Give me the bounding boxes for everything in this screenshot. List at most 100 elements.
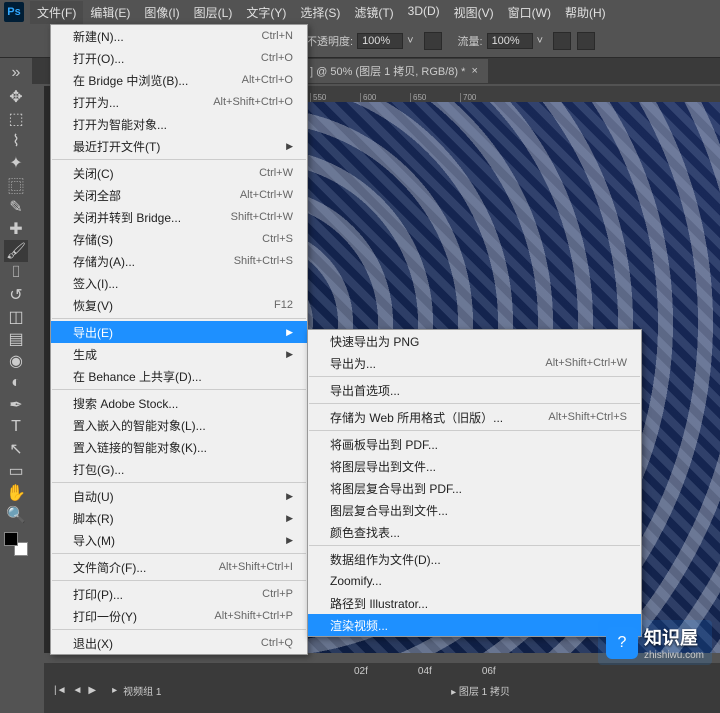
file-menu-item-26[interactable]: 导入(M)▶ bbox=[51, 529, 307, 551]
dropdown-icon[interactable]: ˅ bbox=[407, 35, 413, 47]
file-menu-item-5[interactable]: 最近打开文件(T)▶ bbox=[51, 135, 307, 157]
menu-item-shortcut: F12 bbox=[274, 299, 293, 311]
dropdown-icon[interactable]: ˅ bbox=[537, 35, 543, 47]
file-menu-item-19[interactable]: 搜索 Adobe Stock... bbox=[51, 392, 307, 414]
export-menu-item-11[interactable]: 颜色查找表... bbox=[308, 521, 641, 543]
file-menu-item-11[interactable]: 存储为(A)...Shift+Ctrl+S bbox=[51, 250, 307, 272]
blur-tool[interactable]: ◉ bbox=[4, 350, 28, 372]
menu-view[interactable]: 视图(V) bbox=[447, 1, 501, 24]
menu-file[interactable]: 文件(F) bbox=[30, 1, 83, 24]
file-menu-item-24[interactable]: 自动(U)▶ bbox=[51, 485, 307, 507]
close-icon[interactable]: × bbox=[471, 65, 477, 77]
timeline-layer-label[interactable]: 图层 1 拷贝 bbox=[459, 687, 510, 698]
file-menu-item-25[interactable]: 脚本(R)▶ bbox=[51, 507, 307, 529]
file-menu-item-22[interactable]: 打包(G)... bbox=[51, 458, 307, 480]
menu-item-label: 打开为智能对象... bbox=[73, 116, 167, 133]
hand-tool[interactable]: ✋ bbox=[4, 482, 28, 504]
stamp-tool[interactable]: ⌷ bbox=[4, 262, 28, 284]
file-menu-item-20[interactable]: 置入嵌入的智能对象(L)... bbox=[51, 414, 307, 436]
file-menu-item-9[interactable]: 关闭并转到 Bridge...Shift+Ctrl+W bbox=[51, 206, 307, 228]
heal-tool[interactable]: ✚ bbox=[4, 218, 28, 240]
pressure-opacity-icon[interactable] bbox=[424, 32, 442, 50]
file-menu-item-1[interactable]: 打开(O)...Ctrl+O bbox=[51, 47, 307, 69]
crop-tool[interactable]: ⿴ bbox=[4, 174, 28, 196]
playback-start-icon[interactable]: |◄ bbox=[54, 685, 67, 696]
pen-tool[interactable]: ✒ bbox=[4, 394, 28, 416]
file-menu-item-30[interactable]: 打印(P)...Ctrl+P bbox=[51, 583, 307, 605]
file-menu-item-12[interactable]: 签入(I)... bbox=[51, 272, 307, 294]
export-menu-item-5[interactable]: 存储为 Web 所用格式（旧版）...Alt+Shift+Ctrl+S bbox=[308, 406, 641, 428]
export-menu-item-10[interactable]: 图层复合导出到文件... bbox=[308, 499, 641, 521]
export-menu-item-15[interactable]: 路径到 Illustrator... bbox=[308, 592, 641, 614]
export-menu-item-8[interactable]: 将图层导出到文件... bbox=[308, 455, 641, 477]
rect-tool[interactable]: ▭ bbox=[4, 460, 28, 482]
file-menu: 新建(N)...Ctrl+N打开(O)...Ctrl+O在 Bridge 中浏览… bbox=[50, 24, 308, 655]
file-menu-item-15[interactable]: 导出(E)▶ bbox=[51, 321, 307, 343]
foreground-color[interactable] bbox=[4, 532, 18, 546]
menu-window[interactable]: 窗口(W) bbox=[501, 1, 558, 24]
collapse-icon[interactable]: » bbox=[4, 62, 28, 84]
marquee-tool[interactable]: ⬚ bbox=[4, 108, 28, 130]
prev-frame-icon[interactable]: ◄ bbox=[73, 685, 83, 696]
eyedropper-tool[interactable]: ✎ bbox=[4, 196, 28, 218]
watermark-icon: ? bbox=[606, 627, 638, 659]
file-menu-item-28[interactable]: 文件简介(F)...Alt+Shift+Ctrl+I bbox=[51, 556, 307, 578]
menu-item-label: 将图层导出到文件... bbox=[330, 458, 436, 475]
path-tool[interactable]: ↖ bbox=[4, 438, 28, 460]
lasso-tool[interactable]: ⌇ bbox=[4, 130, 28, 152]
color-swatches[interactable] bbox=[4, 532, 28, 556]
export-menu-item-0[interactable]: 快速导出为 PNG bbox=[308, 330, 641, 352]
export-menu-item-7[interactable]: 将画板导出到 PDF... bbox=[308, 433, 641, 455]
file-menu-item-13[interactable]: 恢复(V)F12 bbox=[51, 294, 307, 316]
timeline-ruler[interactable]: 02f04f06f bbox=[44, 663, 720, 677]
file-menu-item-4[interactable]: 打开为智能对象... bbox=[51, 113, 307, 135]
menu-item-label: 导入(M) bbox=[73, 532, 115, 549]
dodge-tool[interactable]: ◐ bbox=[4, 372, 28, 394]
file-menu-item-16[interactable]: 生成▶ bbox=[51, 343, 307, 365]
zoom-tool[interactable]: 🔍 bbox=[4, 504, 28, 526]
file-menu-item-33[interactable]: 退出(X)Ctrl+Q bbox=[51, 632, 307, 654]
file-menu-item-2[interactable]: 在 Bridge 中浏览(B)...Alt+Ctrl+O bbox=[51, 69, 307, 91]
file-menu-item-31[interactable]: 打印一份(Y)Alt+Shift+Ctrl+P bbox=[51, 605, 307, 627]
menu-item-shortcut: Alt+Shift+Ctrl+P bbox=[214, 610, 293, 622]
watermark-url: zhishiwu.com bbox=[644, 650, 704, 661]
export-menu-item-16[interactable]: 渲染视频... bbox=[308, 614, 641, 636]
export-menu-item-9[interactable]: 将图层复合导出到 PDF... bbox=[308, 477, 641, 499]
flow-input[interactable]: 100% bbox=[487, 33, 533, 49]
menu-layer[interactable]: 图层(L) bbox=[187, 1, 240, 24]
move-tool[interactable]: ✥ bbox=[4, 86, 28, 108]
flow-label: 流量: bbox=[458, 33, 483, 49]
airbrush-icon[interactable] bbox=[553, 32, 571, 50]
file-menu-item-7[interactable]: 关闭(C)Ctrl+W bbox=[51, 162, 307, 184]
file-menu-item-8[interactable]: 关闭全部Alt+Ctrl+W bbox=[51, 184, 307, 206]
file-menu-item-3[interactable]: 打开为...Alt+Shift+Ctrl+O bbox=[51, 91, 307, 113]
video-group-label[interactable]: 视频组 1 bbox=[123, 683, 161, 698]
menu-type[interactable]: 文字(Y) bbox=[239, 1, 293, 24]
gradient-tool[interactable]: ▤ bbox=[4, 328, 28, 350]
type-tool[interactable]: T bbox=[4, 416, 28, 438]
history-tool[interactable]: ↺ bbox=[4, 284, 28, 306]
file-menu-item-17[interactable]: 在 Behance 上共享(D)... bbox=[51, 365, 307, 387]
menu-filter[interactable]: 滤镜(T) bbox=[347, 1, 400, 24]
menu-edit[interactable]: 编辑(E) bbox=[83, 1, 137, 24]
eraser-tool[interactable]: ◫ bbox=[4, 306, 28, 328]
export-submenu: 快速导出为 PNG导出为...Alt+Shift+Ctrl+W 导出首选项... 存… bbox=[307, 329, 642, 637]
export-menu-item-3[interactable]: 导出首选项... bbox=[308, 379, 641, 401]
wand-tool[interactable]: ✦ bbox=[4, 152, 28, 174]
pressure-size-icon[interactable] bbox=[577, 32, 595, 50]
menu-item-label: 存储为(A)... bbox=[73, 253, 135, 270]
menu-help[interactable]: 帮助(H) bbox=[558, 1, 613, 24]
play-icon[interactable]: ▶ bbox=[88, 685, 96, 696]
menu-image[interactable]: 图像(I) bbox=[137, 1, 186, 24]
document-tab[interactable]: ] @ 50% (图层 1 拷贝, RGB/8) * × bbox=[300, 59, 488, 83]
file-menu-item-10[interactable]: 存储(S)Ctrl+S bbox=[51, 228, 307, 250]
menu-3d[interactable]: 3D(D) bbox=[401, 1, 447, 24]
brush-tool[interactable]: 🖌 bbox=[4, 240, 28, 262]
export-menu-item-13[interactable]: 数据组作为文件(D)... bbox=[308, 548, 641, 570]
file-menu-item-0[interactable]: 新建(N)...Ctrl+N bbox=[51, 25, 307, 47]
export-menu-item-1[interactable]: 导出为...Alt+Shift+Ctrl+W bbox=[308, 352, 641, 374]
menu-select[interactable]: 选择(S) bbox=[293, 1, 347, 24]
file-menu-item-21[interactable]: 置入链接的智能对象(K)... bbox=[51, 436, 307, 458]
export-menu-item-14[interactable]: Zoomify... bbox=[308, 570, 641, 592]
opacity-input[interactable]: 100% bbox=[357, 33, 403, 49]
